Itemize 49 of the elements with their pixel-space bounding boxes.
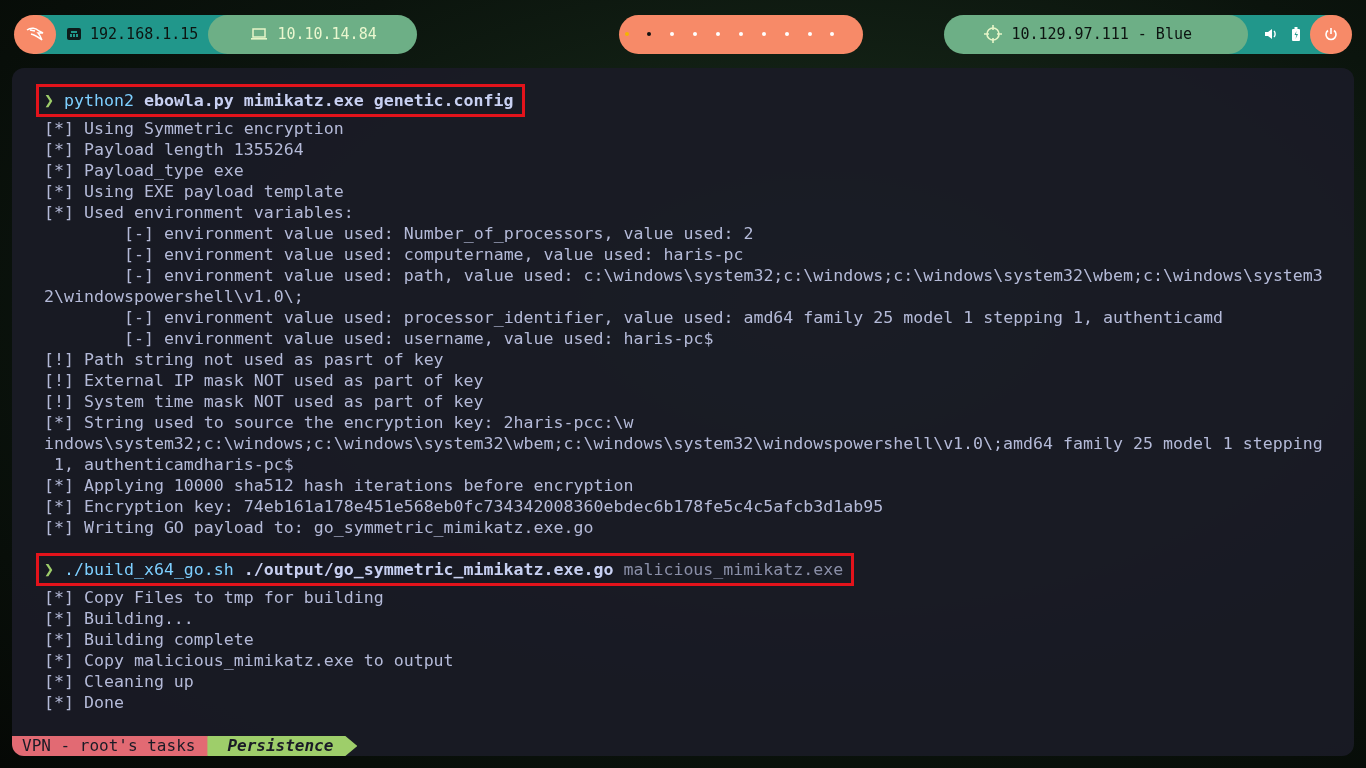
output-line: [*] Writing GO payload to: go_symmetric_mimikatz.exe.go — [44, 517, 594, 538]
vpn-ip-text: 10.10.14.84 — [277, 25, 377, 43]
workspace-dot[interactable] — [761, 32, 766, 36]
wired-ip-text: 192.168.1.15 — [90, 25, 199, 43]
workspace-dot[interactable] — [784, 32, 789, 36]
workspace-dot[interactable] — [670, 32, 675, 36]
power-button[interactable] — [1310, 14, 1352, 54]
status-segment: Persistence — [207, 736, 358, 756]
battery-icon[interactable] — [1292, 27, 1300, 41]
output-line: [*] Using Symmetric encryption — [44, 118, 344, 139]
output-line: 1, authenticamdharis-pc$ — [53, 454, 294, 475]
laptop-icon — [250, 27, 269, 41]
output-line: [-] environment value used: processor_identifier, value used: amd64 family 25 model 1 stepping 1, authenticamd — [123, 307, 1223, 328]
workspace-dot[interactable] — [624, 32, 629, 36]
workspace-dot[interactable] — [807, 32, 812, 36]
output-line: 2\windowspowershell\v1.0\; — [44, 286, 304, 307]
dragon-icon — [26, 27, 44, 41]
output-line: [*] Copy Files to tmp for building — [44, 587, 384, 608]
output-line: [*] Applying 10000 sha512 hash iterations before encryption — [44, 475, 634, 496]
output-line: [*] Payload_type exe — [44, 160, 244, 181]
ethernet-icon — [66, 26, 82, 42]
target-text: 10.129.97.111 - Blue — [1011, 25, 1192, 43]
workspace-dot[interactable] — [693, 32, 698, 36]
output-line: [!] System time mask NOT used as part of key — [44, 391, 484, 412]
output-line: [*] Using EXE payload template — [44, 181, 344, 202]
output-line: [*] Cleaning up — [44, 671, 194, 692]
output-line: [-] environment value used: username, value used: haris-pc$ — [123, 328, 714, 349]
output-line: indows\system32;c:\windows;c:\windows\system32\wbem;c:\windows\system32\windowspowershell\v1.0\;amd64 family 25 model 1 stepping — [44, 433, 1323, 454]
output-line: [*] Building complete — [44, 629, 254, 650]
output-line: [*] Encryption key: 74eb161a178e451e568eb0fc734342008360ebdec6b178fe5c4c5afcb3d1ab95 — [44, 496, 884, 517]
workspace-dot[interactable] — [647, 32, 652, 36]
output-line: [*] Payload length 1355264 — [44, 139, 304, 160]
output-line: [-] environment value used: computername, value used: haris-pc — [123, 244, 744, 265]
workspace-dot[interactable] — [738, 32, 743, 36]
dragon-logo-button[interactable] — [14, 14, 56, 54]
power-icon — [1324, 27, 1338, 41]
output-line: [!] External IP mask NOT used as part of key — [44, 370, 484, 391]
output-line: [-] environment value used: path, value used: c:\windows\system32;c:\windows;c:\windows\system32\wbem;c:\windows\system3 — [123, 265, 1323, 286]
output-line: [*] Done — [44, 692, 124, 713]
output-line: [*] Building... — [44, 608, 194, 629]
crosshair-icon — [984, 25, 1003, 43]
workspace-dot[interactable] — [830, 32, 835, 36]
output-line: [*] Used environment variables: — [44, 202, 354, 223]
output-line: [!] Path string not used as pasrt of key — [44, 349, 444, 370]
output-line: [*] String used to source the encryption key: 2haris-pcc:\w — [44, 412, 634, 433]
output-line: [-] environment value used: Number_of_processors, value used: 2 — [123, 223, 754, 244]
output-line: [*] Copy malicious_mimikatz.exe to output — [44, 650, 454, 671]
workspace-dot[interactable] — [716, 32, 721, 36]
volume-icon[interactable] — [1264, 28, 1278, 40]
